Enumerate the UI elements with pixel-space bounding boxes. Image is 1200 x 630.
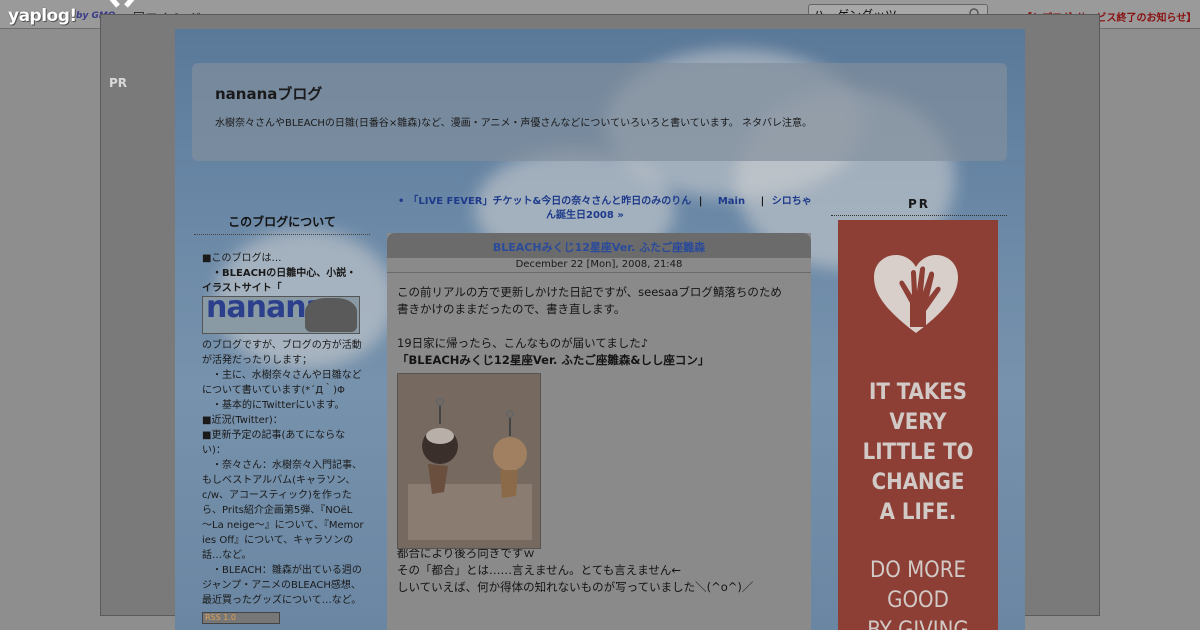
about-line: ・BLEACH：雛森が出ている週の <box>202 565 362 576</box>
sidebar-left: このブログについて ■このブログは… ・BLEACHの日雛中心、小説・ イラスト… <box>194 179 370 630</box>
about-line: について書いています(*´Д｀)Φ <box>202 385 345 396</box>
ad-text: VERY <box>889 410 947 435</box>
charity-ad-banner[interactable]: IT TAKES VERY LITTLE TO CHANGE A LIFE. D… <box>838 220 998 630</box>
divider <box>831 215 1007 216</box>
ad-text: IT TAKES <box>869 380 967 405</box>
about-line: 話…など。 <box>202 550 252 561</box>
entry-text: 「BLEACHみくじ12星座Ver. ふたご座雛森&しし座コン」 <box>397 353 710 367</box>
blog-page: nananaブログ 水樹奈々さんやBLEACHの日雛(日番谷×雛森)など、漫画・… <box>175 29 1025 630</box>
ad-text: CHANGE <box>871 470 965 495</box>
next-entry-link[interactable]: シロちゃ <box>772 196 812 207</box>
next-entry-link-cont[interactable]: ん誕生日2008 » <box>392 209 812 223</box>
heart-hand-icon <box>874 255 958 333</box>
yaplog-logo[interactable]: yaplog! <box>8 6 77 26</box>
blog-header: nananaブログ 水樹奈々さんやBLEACHの日雛(日番谷×雛森)など、漫画・… <box>192 63 1007 161</box>
about-line: c/w、アコースティック)を作った <box>202 490 352 501</box>
entry-navigation: • 「LIVE FEVER」チケット&今日の奈々さんと昨日のみのりん | Main… <box>392 195 812 223</box>
entry-date: December 22 [Mon], 2008, 21:48 <box>515 259 683 270</box>
sidebar-about-body: ■このブログは… ・BLEACHの日雛中心、小説・ イラストサイト「 nanan… <box>194 235 370 625</box>
entry-text: 書きかけのままだったので、書き直します。 <box>397 302 626 316</box>
entry-text: その「都合」とは……言えません。とても言えません← <box>397 563 682 577</box>
ad-text: DO MORE <box>869 558 966 583</box>
entry-text: この前リアルの方で更新しかけた日記ですが、seesaaブログ鯖落ちのため <box>397 285 782 299</box>
about-line: ・奈々さん：水樹奈々入門記事、 <box>202 460 362 471</box>
about-line: ■このブログは… <box>202 253 282 264</box>
about-line: もしベストアルバム(キャラソン、 <box>202 475 356 486</box>
nav-separator: | <box>698 196 703 207</box>
sidebar-title-about: このブログについて <box>194 179 370 235</box>
entry-text: しいていえば、何か得体の知れないものが写っていました＼(^o^)／ <box>397 580 754 594</box>
about-line: ジャンプ・アニメのBLEACH感想、 <box>202 580 361 591</box>
about-line: が活発だったりします； <box>202 355 312 366</box>
about-line: ・BLEACHの日雛中心、小説・ <box>202 268 357 279</box>
blog-entry: BLEACHみくじ12星座Ver. ふたご座雛森 December 22 [Mo… <box>387 233 811 630</box>
entry-text: 19日家に帰ったら、こんなものが届いてました♪ <box>397 336 649 350</box>
photo-content <box>398 374 540 548</box>
prev-entry-link[interactable]: 「LIVE FEVER」チケット&今日の奈々さんと昨日のみのりん <box>408 196 691 207</box>
about-line: のブログですが、ブログの方が活動 <box>202 340 362 351</box>
about-line: イラストサイト「 <box>202 283 282 294</box>
pr-label-left: PR <box>109 76 128 90</box>
close-icon[interactable] <box>100 0 144 12</box>
entry-title[interactable]: BLEACHみくじ12星座Ver. ふたご座雛森 <box>387 239 811 255</box>
rss-badge[interactable]: RSS 1.0 <box>202 612 280 624</box>
divider <box>387 272 811 273</box>
ad-text: LITTLE TO <box>862 440 974 465</box>
ad-text: BY GIVING <box>838 618 998 630</box>
about-line: ■更新予定の記事(あてにならな <box>202 430 346 441</box>
blog-title[interactable]: nananaブログ <box>215 83 322 104</box>
ad-text: A LIFE. <box>879 500 957 525</box>
pr-label-right: PR <box>908 197 931 211</box>
about-line: い)： <box>202 445 226 456</box>
nanana-banner-image[interactable]: nanana <box>202 296 360 334</box>
about-line: ・基本的にTwitterにいます。 <box>202 400 345 411</box>
about-line: ら、Prits紹介企画第5弾、『NOëL <box>202 505 353 516</box>
bullet: • <box>398 196 405 207</box>
ad-text: GOOD <box>887 588 949 613</box>
banner-character-illustration <box>305 298 357 332</box>
about-line: ～La neige～』について、『Memor <box>202 520 364 531</box>
blog-description: 水樹奈々さんやBLEACHの日雛(日番谷×雛森)など、漫画・アニメ・声優さんなど… <box>215 118 812 129</box>
nav-separator: | <box>760 196 765 207</box>
entry-photo[interactable] <box>397 373 541 549</box>
about-line: ・主に、水樹奈々さんや日雛など <box>202 370 362 381</box>
about-line: ies Off』について、キャラソンの <box>202 535 354 546</box>
main-link[interactable]: Main <box>718 196 745 207</box>
about-line: 最近買ったグッズについて…など。 <box>202 595 362 606</box>
about-line: ■近況(Twitter)： <box>202 415 283 426</box>
